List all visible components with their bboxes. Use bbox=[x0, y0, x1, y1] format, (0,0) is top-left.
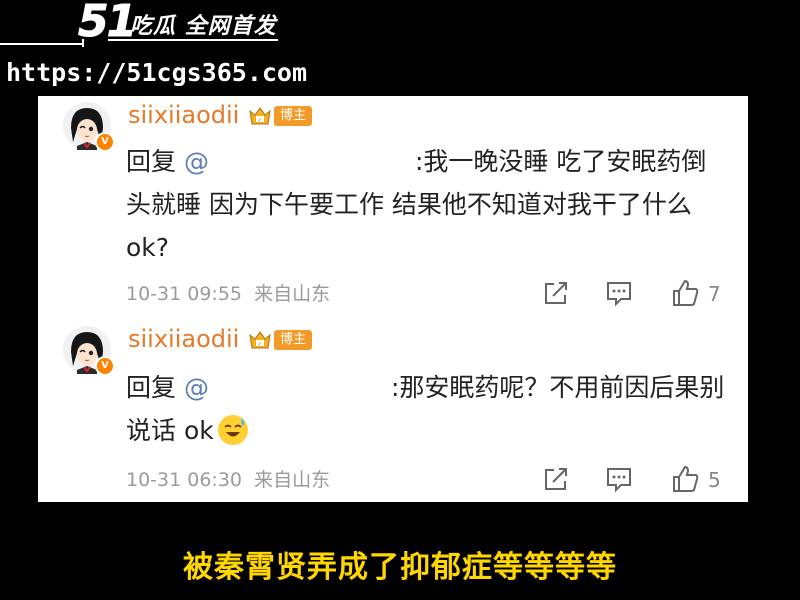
thumbs-up-icon[interactable] bbox=[670, 278, 700, 308]
mention-link[interactable]: @ bbox=[184, 373, 209, 402]
timestamp: 10-31 09:55 bbox=[126, 283, 243, 305]
share-icon[interactable] bbox=[541, 278, 571, 308]
reply-prefix: 回复 bbox=[126, 147, 177, 176]
comment-text: 回复 @:我一晚没睡 吃了安眠药倒头就睡 因为下午要工作 结果他不知道对我干了什… bbox=[126, 140, 726, 269]
mention-link[interactable]: @ bbox=[184, 147, 209, 176]
thumbs-up-icon[interactable] bbox=[670, 464, 700, 494]
author-badge: 博主 bbox=[274, 330, 313, 350]
comment-icon[interactable] bbox=[604, 278, 634, 308]
crown-icon: ✓ bbox=[249, 331, 271, 349]
comments-card: V siixiiaodii ✓ 博主 回复 @:我一晚没睡 吃了安眠药倒头就睡 … bbox=[38, 96, 748, 502]
reply-prefix: 回复 bbox=[126, 373, 177, 402]
location: 来自山东 bbox=[254, 283, 331, 305]
watermark-logo: 51 bbox=[77, 0, 137, 47]
comment-body: :我一晚没睡 吃了安眠药倒头就睡 因为下午要工作 结果他不知道对我干了什么 ok… bbox=[126, 147, 707, 262]
avatar[interactable]: V bbox=[63, 102, 115, 152]
comment-meta: 10-31 09:55 来自山东 bbox=[126, 282, 330, 306]
crown-icon: ✓ bbox=[249, 107, 271, 125]
comment-item: V siixiiaodii ✓ 博主 回复 @:那安眠药呢？不用前因后果别说话 … bbox=[38, 318, 748, 502]
username[interactable]: siixiiaodii bbox=[128, 324, 239, 354]
avatar[interactable]: V bbox=[63, 326, 115, 376]
sweat-smile-emoji-icon bbox=[217, 415, 248, 445]
video-subtitle: 被秦霄贤弄成了抑郁症等等等等 bbox=[183, 550, 617, 585]
watermark-url: https://51cgs365.com bbox=[6, 58, 308, 87]
location: 来自山东 bbox=[254, 469, 331, 491]
svg-text:✓: ✓ bbox=[257, 341, 262, 348]
comment-item: V siixiiaodii ✓ 博主 回复 @:我一晚没睡 吃了安眠药倒头就睡 … bbox=[38, 96, 748, 318]
svg-text:✓: ✓ bbox=[257, 117, 262, 124]
like-count: 5 bbox=[708, 468, 721, 492]
verified-v-icon: V bbox=[95, 132, 115, 152]
comment-meta: 10-31 06:30 来自山东 bbox=[126, 468, 330, 492]
username[interactable]: siixiiaodii bbox=[128, 100, 239, 130]
comment-body: :那安眠药呢？不用前因后果别说话 ok bbox=[126, 373, 725, 445]
like-count: 7 bbox=[708, 282, 721, 306]
watermark-brand: 吃瓜 全网首发 bbox=[130, 14, 277, 39]
share-icon[interactable] bbox=[541, 464, 571, 494]
author-badge: 博主 bbox=[274, 106, 313, 126]
watermark: 51 吃瓜 全网首发 https://51cgs365.com bbox=[0, 0, 307, 100]
verified-v-icon: V bbox=[95, 356, 115, 376]
timestamp: 10-31 06:30 bbox=[126, 469, 243, 491]
comment-text: 回复 @:那安眠药呢？不用前因后果别说话 ok bbox=[126, 366, 726, 452]
comment-icon[interactable] bbox=[604, 464, 634, 494]
